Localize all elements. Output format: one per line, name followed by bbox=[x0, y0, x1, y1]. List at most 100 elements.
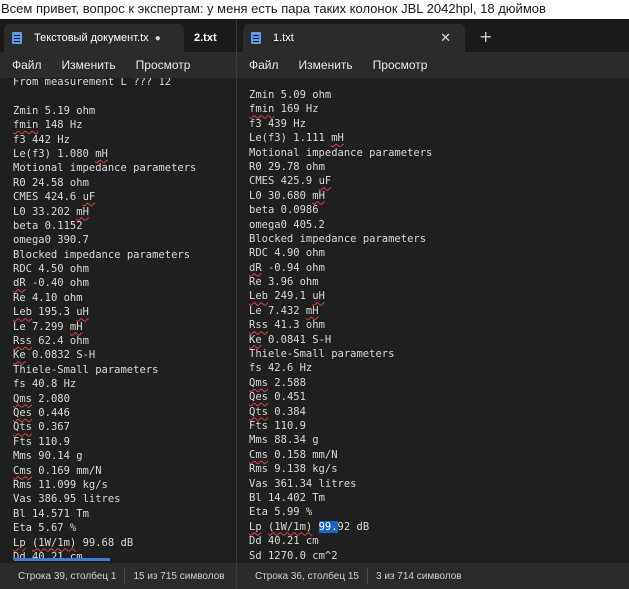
text-line: Bl 14.402 Tm bbox=[249, 491, 325, 504]
text-line: fmin 148 Hz bbox=[13, 119, 83, 132]
text-line: Eta 5.67 % bbox=[13, 522, 77, 535]
text-line: beta 0.0986 bbox=[249, 204, 319, 217]
text-line: dR -0.40 ohm bbox=[13, 277, 89, 290]
text-line: fmin 169 Hz bbox=[249, 103, 319, 116]
cursor-position: Строка 36, столбец 15 bbox=[255, 570, 359, 582]
new-tab-icon[interactable]: + bbox=[479, 27, 492, 46]
menu-file[interactable]: Файл bbox=[249, 58, 279, 72]
editor-text: Zmin 5.09 ohm fmin 169 Hz f3 439 Hz Le(f3) … bbox=[249, 88, 432, 563]
text-line: Ke 0.0841 S-H bbox=[249, 333, 332, 346]
text-line: Leb 249.1 uH bbox=[249, 290, 325, 303]
menu-view[interactable]: Просмотр bbox=[373, 58, 428, 72]
text-line: Vas 386.95 litres bbox=[13, 493, 121, 506]
text-line: Lp (1W/1m) 99.92 dB bbox=[249, 520, 370, 533]
cursor-position: Строка 39, столбец 1 bbox=[18, 570, 117, 582]
menu-edit[interactable]: Изменить bbox=[299, 58, 353, 72]
tab-bar: 1.txt ✕ + bbox=[237, 19, 629, 52]
editor-text: From measurement L ??? 12 Zmin 5.19 ohm fm… bbox=[13, 78, 196, 563]
text-line: R0 24.58 ohm bbox=[13, 176, 89, 189]
text-line: Cms 0.158 mm/N bbox=[249, 448, 338, 461]
text-line: Qts 0.384 bbox=[249, 405, 306, 418]
tab-label: 2.txt bbox=[194, 32, 217, 44]
menu-file[interactable]: Файл bbox=[12, 58, 42, 72]
text-line: Leb 195.3 uH bbox=[13, 306, 89, 319]
text-line: omega0 405.2 bbox=[249, 218, 325, 231]
text-line: Re 4.10 ohm bbox=[13, 291, 83, 304]
tab-text-document[interactable]: Текстовый документ.tx ● bbox=[4, 24, 184, 52]
text-line: Cms 0.169 mm/N bbox=[13, 464, 102, 477]
menu-bar: Файл Изменить Просмотр bbox=[0, 52, 236, 78]
notepad-window-left: Текстовый документ.tx ● 2.txt Файл Измен… bbox=[0, 19, 237, 589]
text-line: Thiele-Small parameters bbox=[13, 363, 159, 376]
text-line: Qms 2.080 bbox=[13, 392, 70, 405]
text-line: R0 29.78 ohm bbox=[249, 160, 325, 173]
text-line: Re 3.96 ohm bbox=[249, 276, 319, 289]
text-line: CMES 424.6 uF bbox=[13, 191, 96, 204]
text-line: Blocked impedance parameters bbox=[249, 232, 427, 245]
text-selection: 99. bbox=[318, 520, 338, 533]
status-bar: Строка 36, столбец 15 3 из 714 символов bbox=[237, 563, 629, 589]
text-line: Bl 14.571 Tm bbox=[13, 507, 89, 520]
text-line: Le(f3) 1.111 mH bbox=[249, 132, 344, 145]
character-count: 3 из 714 символов bbox=[376, 570, 462, 582]
status-divider bbox=[124, 568, 126, 584]
text-line bbox=[13, 89, 196, 103]
status-bar: Строка 39, столбец 1 15 из 715 символов bbox=[0, 563, 236, 589]
text-editor[interactable]: Zmin 5.09 ohm fmin 169 Hz f3 439 Hz Le(f3) … bbox=[237, 78, 629, 563]
text-line: Fts 110.9 bbox=[249, 419, 306, 432]
character-count: 15 из 715 символов bbox=[133, 570, 225, 582]
tab-2-txt[interactable]: 2.txt bbox=[186, 24, 236, 52]
text-line: Dd 40.21 cm bbox=[13, 550, 83, 563]
text-line: Rms 11.099 kg/s bbox=[13, 478, 108, 491]
text-line: Le 7.299 mH bbox=[13, 320, 83, 333]
text-line: Qts 0.367 bbox=[13, 421, 70, 434]
text-line: Motional impedance parameters bbox=[13, 162, 197, 175]
text-line: Le 7.432 mH bbox=[249, 304, 319, 317]
text-line: Dd 40.21 cm bbox=[249, 535, 319, 548]
tab-label: 1.txt bbox=[273, 32, 294, 44]
text-line: Qes 0.451 bbox=[249, 391, 306, 404]
tab-label: Текстовый документ.tx bbox=[34, 32, 149, 44]
menu-view[interactable]: Просмотр bbox=[136, 58, 191, 72]
close-tab-icon[interactable]: ✕ bbox=[440, 30, 451, 46]
text-line: Mms 88.34 g bbox=[249, 434, 319, 447]
text-line: beta 0.1152 bbox=[13, 219, 83, 232]
text-line: Zmin 5.19 ohm bbox=[13, 104, 96, 117]
text-line: L0 30.680 mH bbox=[249, 189, 325, 202]
text-line: Motional impedance parameters bbox=[249, 146, 433, 159]
text-line: Thiele-Small parameters bbox=[249, 348, 395, 361]
text-line: Vas 361.34 litres bbox=[249, 477, 357, 490]
tab-1-txt[interactable]: 1.txt ✕ bbox=[243, 24, 465, 52]
text-line: omega0 390.7 bbox=[13, 234, 89, 247]
text-line: RDC 4.90 ohm bbox=[249, 247, 325, 260]
unsaved-dot-icon: ● bbox=[154, 32, 161, 44]
text-line: f3 442 Hz bbox=[13, 133, 70, 146]
text-file-icon bbox=[12, 32, 22, 44]
text-editor[interactable]: From measurement L ??? 12 Zmin 5.19 ohm fm… bbox=[0, 78, 236, 563]
notepad-window-right: 1.txt ✕ + Файл Изменить Просмотр Zmin 5.… bbox=[237, 19, 629, 589]
text-line: Eta 5.99 % bbox=[249, 506, 313, 519]
text-line: Ke 0.0832 S-H bbox=[13, 349, 96, 362]
text-line: Sd 1270.0 cm^2 bbox=[249, 549, 338, 562]
text-line: Lp (1W/1m) 99.68 dB bbox=[13, 536, 134, 549]
text-line: f3 439 Hz bbox=[249, 117, 306, 130]
text-line: Blocked impedance parameters bbox=[13, 248, 191, 261]
text-line: Rms 9.138 kg/s bbox=[249, 463, 338, 476]
text-line: fs 42.6 Hz bbox=[249, 362, 313, 375]
text-line: CMES 425.9 uF bbox=[249, 175, 332, 188]
text-line: L0 33.202 mH bbox=[13, 205, 89, 218]
menu-bar: Файл Изменить Просмотр bbox=[237, 52, 629, 78]
tab-bar: Текстовый документ.tx ● 2.txt bbox=[0, 19, 236, 52]
text-line: fs 40.8 Hz bbox=[13, 378, 77, 391]
text-line: Rss 41.3 ohm bbox=[249, 319, 325, 332]
text-line: dR -0.94 ohm bbox=[249, 261, 325, 274]
text-line: RDC 4.50 ohm bbox=[13, 263, 89, 276]
text-line: Qes 0.446 bbox=[13, 406, 70, 419]
text-line: Rss 62.4 ohm bbox=[13, 335, 89, 348]
forum-post-caption: Всем привет, вопрос к экспертам: у меня … bbox=[1, 1, 546, 16]
text-line: Le(f3) 1.080 mH bbox=[13, 147, 108, 160]
menu-edit[interactable]: Изменить bbox=[62, 58, 116, 72]
text-line: Zmin 5.09 ohm bbox=[249, 89, 332, 101]
text-line: From measurement L ??? 12 bbox=[13, 78, 172, 88]
horizontal-scrollbar[interactable] bbox=[14, 558, 110, 561]
